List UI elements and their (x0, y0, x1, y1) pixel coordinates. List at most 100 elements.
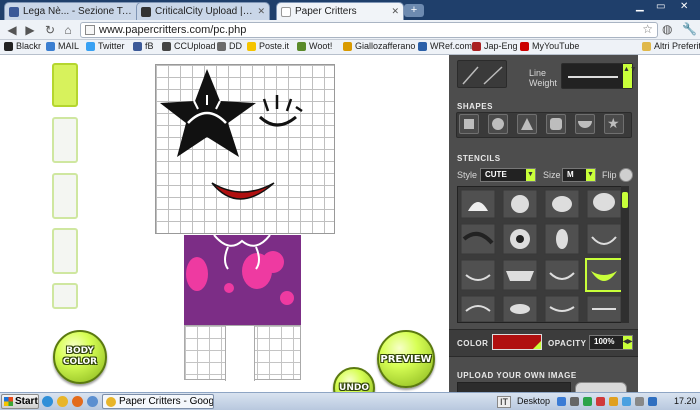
tab-criticalcity[interactable]: CriticalCity Upload | Dashb... ✕ (136, 2, 270, 20)
style-select[interactable]: CUTE ▼ (480, 168, 536, 182)
half-circle-icon (578, 121, 592, 128)
maximize-icon[interactable]: ▭ (656, 1, 665, 12)
head-canvas[interactable] (155, 64, 335, 234)
shape-half-circle-button[interactable] (575, 114, 595, 134)
clock[interactable]: 17.20 (674, 396, 697, 406)
legs[interactable] (184, 325, 301, 381)
size-value: M (567, 170, 574, 179)
network-icon[interactable] (648, 397, 657, 406)
line-weight-select[interactable]: ▲▼ (561, 63, 637, 89)
shape-circle-button[interactable] (488, 114, 508, 134)
part-feet[interactable] (52, 283, 78, 309)
flip-toggle[interactable] (619, 168, 633, 182)
tab-paper-critters[interactable]: Paper Critters ✕ (276, 2, 404, 20)
opacity-stepper[interactable]: 100% ◀▶ (589, 335, 633, 350)
back-icon[interactable]: ◀ (4, 22, 20, 38)
bookmark-label: MyYouTube (532, 41, 580, 51)
browse-button[interactable] (575, 382, 627, 392)
other-bookmarks[interactable]: Altri Preferiti (642, 41, 700, 51)
shirt[interactable] (184, 235, 301, 325)
shape-square-button[interactable] (459, 114, 479, 134)
other-bookmarks-label: Altri Preferiti (654, 41, 700, 51)
bookmark-item[interactable]: fB (133, 41, 154, 51)
line-tools (457, 60, 507, 88)
close-icon[interactable]: ✕ (391, 6, 399, 17)
closed-eye-icon (258, 115, 297, 127)
bookmark-label: MAIL (58, 41, 80, 51)
part-legs[interactable] (52, 228, 78, 274)
part-body[interactable] (52, 117, 78, 163)
shape-star-button[interactable]: ★ (604, 114, 624, 134)
windows-taskbar: Start Paper Critters - Googl... IT Deskt… (0, 392, 700, 410)
bookmark-label: Giallozafferano (355, 41, 416, 51)
bookmark-item[interactable]: WRef.com (418, 41, 472, 51)
preview-button[interactable]: PREVIEW (377, 330, 435, 388)
line-weight-label: Line Weight (529, 68, 557, 88)
quicklaunch-icon[interactable] (87, 396, 98, 407)
scroll-thumb[interactable] (622, 192, 628, 208)
tray-icon[interactable] (596, 397, 605, 406)
size-select[interactable]: M ▼ (562, 168, 596, 182)
bookmark-star-icon[interactable]: ☆ (642, 22, 653, 36)
tray-icon[interactable] (583, 397, 592, 406)
bookmark-item[interactable]: Jap-Eng (472, 41, 518, 51)
bookmark-item[interactable]: Blackr (4, 41, 41, 51)
undo-button[interactable]: UNDO (333, 367, 375, 392)
tab-strip: Lega Nè... - Sezione Torino ✕ CriticalCi… (0, 0, 700, 20)
page-icon (85, 25, 95, 35)
bookmark-item[interactable]: Woot! (297, 41, 332, 51)
close-window-icon[interactable]: ✕ (680, 1, 688, 12)
tray-icon[interactable] (557, 397, 566, 406)
bookmark-item[interactable]: CCUpload (162, 41, 216, 51)
tab-label: CriticalCity Upload | Dashb... (155, 6, 254, 17)
bookmark-label: Woot! (309, 41, 333, 51)
shape-rounded-square-button[interactable] (546, 114, 566, 134)
close-icon[interactable]: ✕ (257, 6, 265, 17)
bookmark-item[interactable]: Poste.it (247, 41, 289, 51)
desktop-toolbar[interactable]: Desktop (517, 396, 550, 406)
part-head[interactable] (52, 63, 78, 107)
taskbar-item-chrome[interactable]: Paper Critters - Googl... (102, 394, 214, 409)
bookmark-item[interactable]: Twitter (86, 41, 125, 51)
home-icon[interactable]: ⌂ (60, 22, 76, 38)
new-tab-button[interactable]: + (404, 4, 424, 17)
chevron-down-icon: ▼ (526, 169, 535, 181)
tray-icon[interactable] (622, 397, 631, 406)
color-swatch[interactable] (492, 334, 542, 350)
wrench-icon[interactable]: 🔧 (682, 22, 697, 36)
chrome-icon (106, 396, 116, 407)
bookmark-item[interactable]: MAIL (46, 41, 79, 51)
address-bar[interactable]: www.papercritters.com/pc.php ☆ (80, 22, 658, 38)
language-indicator[interactable]: IT (497, 396, 511, 408)
chrome-icon[interactable] (57, 396, 68, 407)
tab-lega[interactable]: Lega Nè... - Sezione Torino ✕ (4, 2, 148, 20)
tray-icon[interactable] (609, 397, 618, 406)
forward-icon[interactable]: ▶ (22, 22, 38, 38)
reload-icon[interactable]: ↻ (42, 22, 58, 38)
swatch-corner-icon (533, 341, 541, 349)
line-tool-icons (462, 66, 503, 85)
stepper-icon[interactable]: ◀▶ (623, 336, 632, 349)
body-color-button[interactable]: BODY COLOR (53, 330, 107, 384)
poste-icon (247, 41, 256, 51)
bookmark-item[interactable]: Giallozafferano (343, 41, 415, 51)
stepper-icon[interactable]: ▲▼ (623, 64, 637, 88)
shape-triangle-button[interactable] (517, 114, 537, 134)
ie-icon[interactable] (42, 396, 53, 407)
tool-panel: Line Weight ▲▼ SHAPES ★ STENCILS Style C… (449, 55, 638, 392)
speaker-icon[interactable] (635, 397, 644, 406)
part-arms[interactable] (52, 173, 78, 219)
tray-icon[interactable] (570, 397, 579, 406)
bookmark-item[interactable]: DD (217, 41, 242, 51)
bookmark-label: WRef.com (430, 41, 473, 51)
star-icon: ★ (607, 115, 620, 131)
square-icon (464, 119, 474, 129)
start-button[interactable]: Start (1, 394, 39, 409)
blackr-icon (4, 41, 13, 51)
bookmark-item[interactable]: MyYouTube (520, 41, 579, 51)
minimize-icon[interactable]: ▁ (636, 1, 644, 12)
firefox-icon[interactable] (72, 396, 83, 407)
extension-icon[interactable]: ◍ (662, 22, 672, 36)
stencil-scrollbar[interactable] (621, 186, 629, 323)
upload-file-field[interactable] (457, 382, 571, 392)
